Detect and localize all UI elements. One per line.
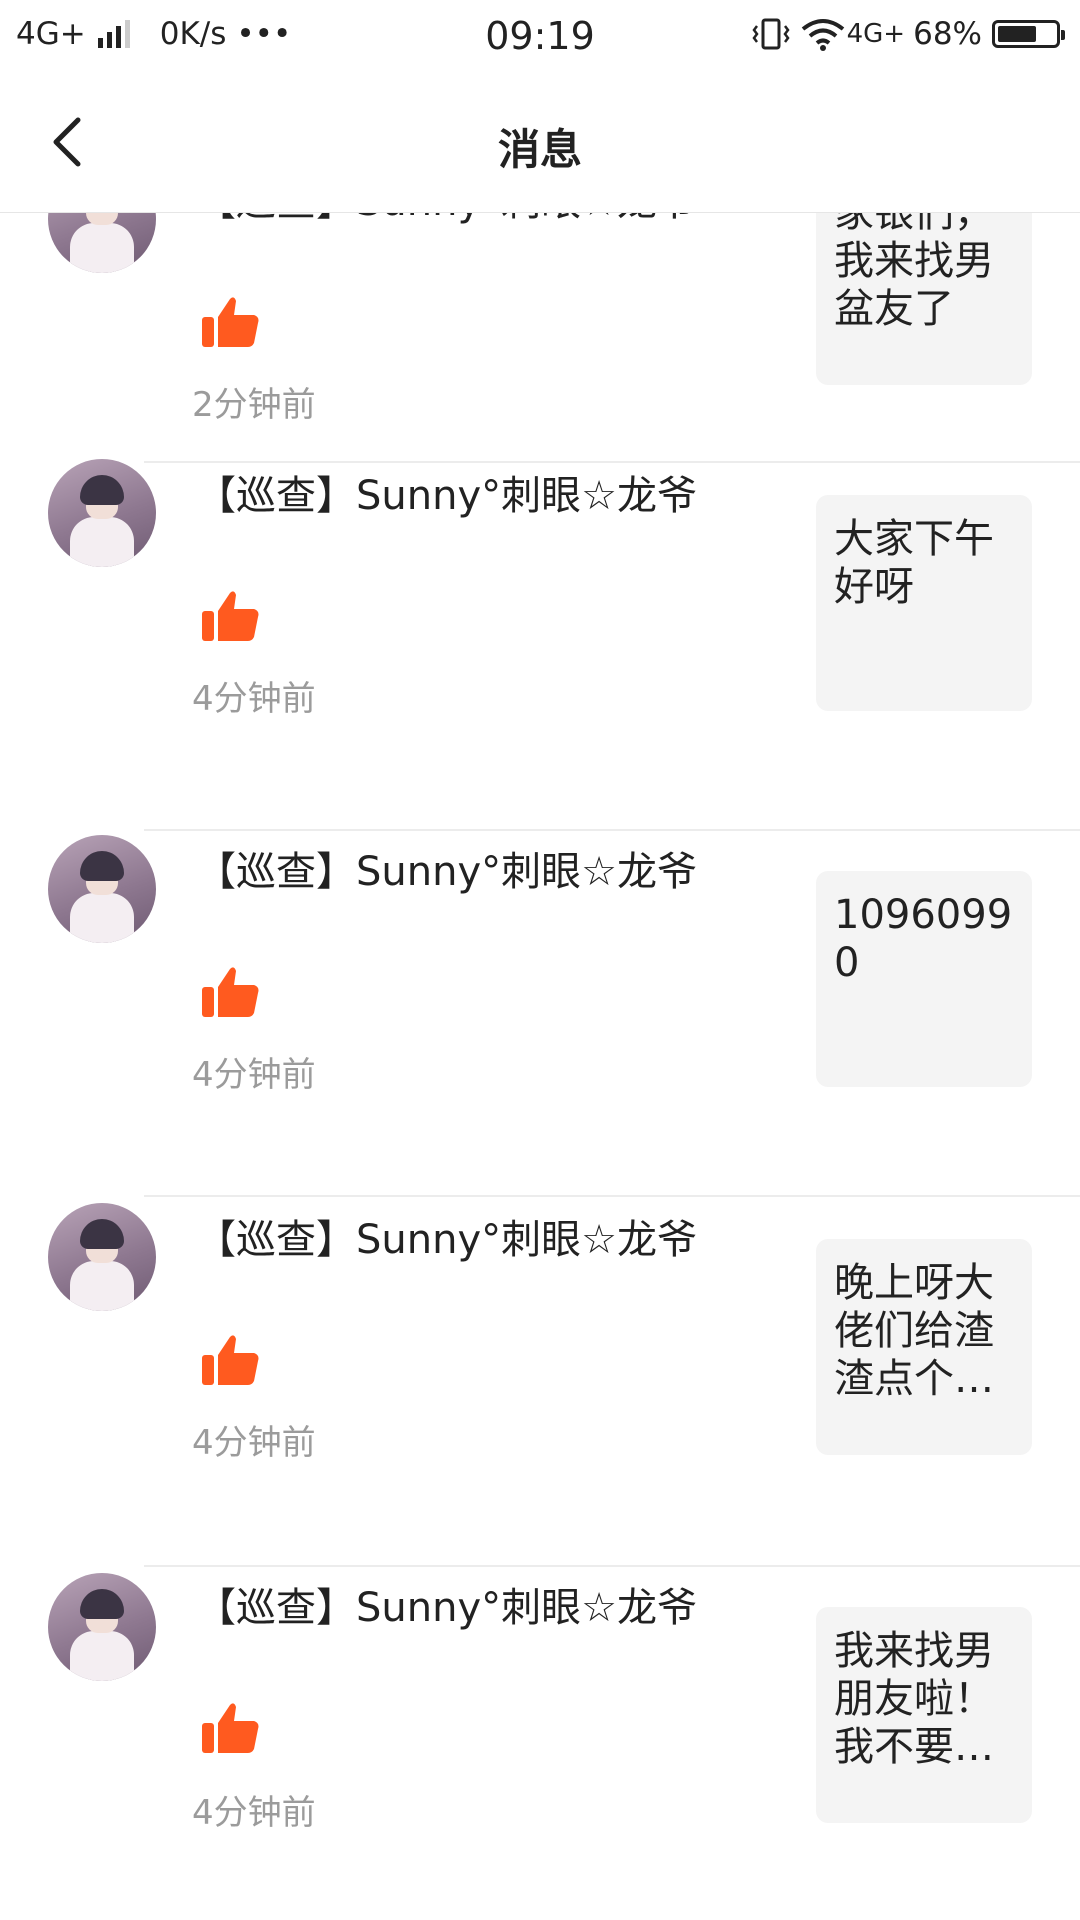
list-item[interactable]: 【巡查】Sunny°刺眼☆龙爷 4分钟前 大家下午好呀 <box>0 459 1080 831</box>
message-preview[interactable]: 晚上呀大佬们给渣渣点个… <box>816 1239 1032 1455</box>
vibrate-icon <box>752 18 790 50</box>
thumbs-up-icon <box>202 1335 259 1385</box>
sender-name: 【巡查】Sunny°刺眼☆龙爷 <box>196 473 697 519</box>
message-preview[interactable]: 大家下午好呀 <box>816 495 1032 711</box>
timestamp: 2分钟前 <box>192 385 316 425</box>
thumbs-up-icon <box>202 967 259 1017</box>
battery-percent: 68% <box>913 16 982 52</box>
battery-fill <box>998 26 1036 42</box>
page-title: 消息 <box>497 125 582 174</box>
thumbs-up-icon <box>202 591 259 641</box>
timestamp: 4分钟前 <box>192 1055 316 1095</box>
avatar[interactable] <box>48 1203 156 1311</box>
timestamp: 4分钟前 <box>192 1423 316 1463</box>
sender-name: 【巡查】Sunny°刺眼☆龙爷 <box>196 1217 697 1263</box>
avatar[interactable] <box>48 835 156 943</box>
sender-name: 【巡查】Sunny°刺眼☆龙爷 <box>196 213 697 227</box>
list-item[interactable]: 【巡查】Sunny°刺眼☆龙爷 4分钟前 10960990 <box>0 831 1080 1199</box>
message-list[interactable]: 【巡查】Sunny°刺眼☆龙爷 2分钟前 家银们，我来找男盆友了 【巡查】Sun… <box>0 213 1080 1920</box>
nav-bar: 消息 <box>0 72 1080 213</box>
thumbs-up-icon <box>202 297 259 347</box>
divider <box>144 1195 1080 1197</box>
status-right: 4G+ 68% <box>751 16 1065 52</box>
status-bar: 4G+ 0K/s ••• 09:19 4G+ 68% <box>0 0 1080 72</box>
message-preview[interactable]: 10960990 <box>816 871 1032 1087</box>
battery-icon <box>992 20 1065 48</box>
list-item[interactable]: 【巡查】Sunny°刺眼☆龙爷 4分钟前 晚上呀大佬们给渣渣点个… <box>0 1199 1080 1567</box>
thumbs-up-icon <box>202 1703 259 1753</box>
avatar[interactable] <box>48 1573 156 1681</box>
message-preview[interactable]: 家银们，我来找男盆友了 <box>816 213 1032 385</box>
wifi-icon <box>801 19 844 51</box>
timestamp: 4分钟前 <box>192 679 316 719</box>
message-preview[interactable]: 我来找男朋友啦！我不要… <box>816 1607 1032 1823</box>
network-type-right: 4G+ <box>846 19 906 49</box>
sender-name: 【巡查】Sunny°刺眼☆龙爷 <box>196 1585 697 1631</box>
timestamp: 4分钟前 <box>192 1793 316 1833</box>
avatar[interactable] <box>48 459 156 567</box>
sender-name: 【巡查】Sunny°刺眼☆龙爷 <box>196 849 697 895</box>
list-item[interactable]: 【巡查】Sunny°刺眼☆龙爷 4分钟前 我来找男朋友啦！我不要… <box>0 1567 1080 1920</box>
avatar[interactable] <box>48 213 156 273</box>
